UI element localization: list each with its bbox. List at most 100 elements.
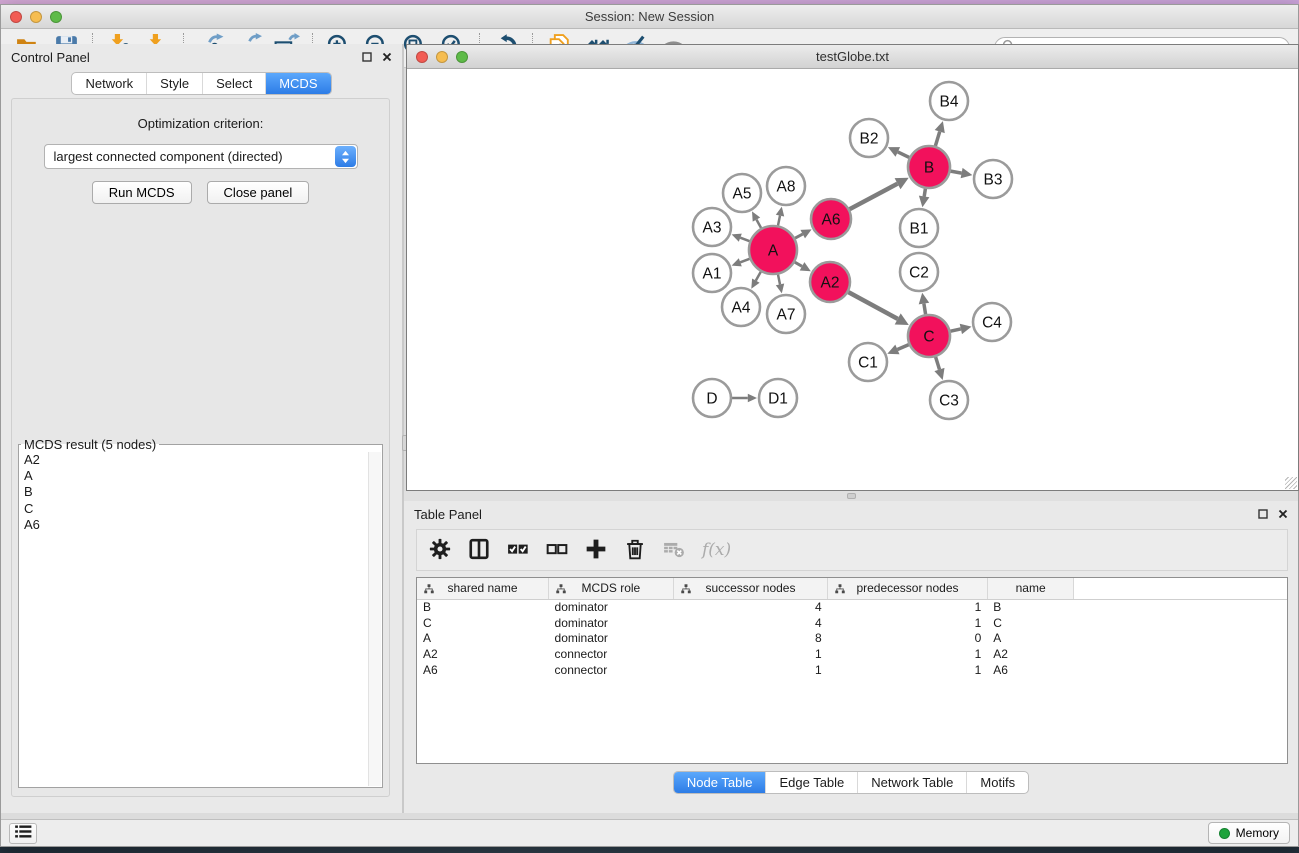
table-row[interactable]: A2connector11A2 bbox=[417, 646, 1287, 662]
node-D[interactable]: D bbox=[693, 379, 731, 417]
node-C[interactable]: C bbox=[908, 315, 950, 357]
svg-text:C: C bbox=[923, 329, 934, 346]
node-C4[interactable]: C4 bbox=[973, 303, 1011, 341]
tab-network[interactable]: Network bbox=[72, 73, 146, 94]
mcds-result-item[interactable]: B bbox=[20, 484, 368, 500]
node-C1[interactable]: C1 bbox=[849, 343, 887, 381]
cell-filler bbox=[1074, 599, 1287, 615]
node-D1[interactable]: D1 bbox=[759, 379, 797, 417]
tab-select[interactable]: Select bbox=[202, 73, 265, 94]
edge-B-B2[interactable] bbox=[898, 152, 909, 158]
edge-A-A7[interactable] bbox=[778, 275, 780, 285]
mcds-result-item[interactable]: A2 bbox=[20, 452, 368, 468]
column-header-mcds-role[interactable]: MCDS role bbox=[549, 578, 674, 599]
node-C3[interactable]: C3 bbox=[930, 381, 968, 419]
table-row[interactable]: Cdominator41C bbox=[417, 615, 1287, 631]
edge-C-C2[interactable] bbox=[924, 304, 926, 315]
cell: 1 bbox=[828, 599, 988, 615]
node-A6[interactable]: A6 bbox=[811, 199, 851, 239]
node-A4[interactable]: A4 bbox=[722, 288, 760, 326]
table-panel-header: Table Panel bbox=[404, 501, 1298, 527]
function-button[interactable]: f(x) bbox=[702, 540, 731, 560]
edge-C-C4[interactable] bbox=[951, 329, 961, 331]
svg-text:A6: A6 bbox=[822, 212, 841, 229]
tab-node-table[interactable]: Node Table bbox=[674, 772, 766, 793]
edge-B-B1[interactable] bbox=[924, 189, 925, 197]
edge-A6-B[interactable] bbox=[850, 184, 898, 210]
edge-A-A8[interactable] bbox=[778, 216, 780, 226]
mcds-result-item[interactable]: C bbox=[20, 501, 368, 517]
tab-network-table[interactable]: Network Table bbox=[857, 772, 966, 793]
float-panel-icon[interactable] bbox=[362, 52, 372, 62]
node-B1[interactable]: B1 bbox=[900, 209, 938, 247]
node-A2[interactable]: A2 bbox=[810, 262, 850, 302]
split-view-button[interactable] bbox=[468, 538, 490, 563]
run-mcds-button[interactable]: Run MCDS bbox=[92, 181, 192, 204]
delete-table-button[interactable] bbox=[663, 538, 685, 563]
node-A5[interactable]: A5 bbox=[723, 174, 761, 212]
node-A7[interactable]: A7 bbox=[767, 295, 805, 333]
column-header-name[interactable]: name bbox=[987, 578, 1074, 599]
svg-text:D1: D1 bbox=[768, 391, 788, 408]
node-B[interactable]: B bbox=[908, 146, 950, 188]
edge-A2-C[interactable] bbox=[848, 292, 897, 319]
mcds-result-item[interactable]: A6 bbox=[20, 517, 368, 533]
optimization-criterion-label: Optimization criterion: bbox=[12, 116, 389, 131]
cell: 1 bbox=[828, 662, 988, 678]
tab-motifs[interactable]: Motifs bbox=[966, 772, 1028, 793]
delete-button[interactable] bbox=[624, 538, 646, 563]
scrollbar-track[interactable] bbox=[368, 452, 381, 786]
node-B2[interactable]: B2 bbox=[850, 119, 888, 157]
column-header-predecessor-nodes[interactable]: predecessor nodes bbox=[828, 578, 988, 599]
edge-B-B3[interactable] bbox=[951, 171, 962, 173]
edge-A-A1[interactable] bbox=[740, 259, 749, 263]
tab-mcds[interactable]: MCDS bbox=[265, 73, 330, 94]
cell: A6 bbox=[987, 662, 1074, 678]
node-C2[interactable]: C2 bbox=[900, 253, 938, 291]
tab-style[interactable]: Style bbox=[146, 73, 202, 94]
node-B4[interactable]: B4 bbox=[930, 82, 968, 120]
edge-A-A5[interactable] bbox=[757, 220, 762, 228]
node-A3[interactable]: A3 bbox=[693, 208, 731, 246]
horizontal-splitter-handle[interactable] bbox=[847, 493, 856, 499]
cell: 1 bbox=[828, 615, 988, 631]
deselect-all-button[interactable] bbox=[546, 538, 568, 563]
edge-A-A6[interactable] bbox=[795, 234, 803, 238]
edge-C-C3[interactable] bbox=[936, 357, 940, 370]
edge-C-C1[interactable] bbox=[897, 345, 908, 350]
tab-edge-table[interactable]: Edge Table bbox=[765, 772, 857, 793]
tree-icon bbox=[424, 583, 434, 597]
edge-arrow bbox=[960, 324, 972, 334]
column-header-shared-name[interactable]: shared name bbox=[417, 578, 549, 599]
table-row[interactable]: Adominator80A bbox=[417, 631, 1287, 647]
node-A1[interactable]: A1 bbox=[693, 254, 731, 292]
memory-button[interactable]: Memory bbox=[1208, 822, 1290, 844]
close-panel-button[interactable]: Close panel bbox=[207, 181, 310, 204]
table-toolbar: f(x) bbox=[416, 529, 1288, 571]
mcds-result-item[interactable]: A bbox=[20, 468, 368, 484]
node-A8[interactable]: A8 bbox=[767, 167, 805, 205]
edge-A-A3[interactable] bbox=[740, 238, 749, 242]
edge-A-A4[interactable] bbox=[756, 272, 761, 281]
cell: A bbox=[417, 631, 549, 647]
criterion-select[interactable]: largest connected component (directed) bbox=[44, 144, 358, 169]
float-table-panel-icon[interactable] bbox=[1258, 509, 1268, 519]
svg-text:B4: B4 bbox=[940, 94, 959, 111]
edge-A-A2[interactable] bbox=[795, 262, 802, 266]
table-row[interactable]: Bdominator41B bbox=[417, 599, 1287, 615]
close-panel-icon[interactable] bbox=[382, 52, 392, 62]
gear-button[interactable] bbox=[429, 538, 451, 563]
column-header-successor-nodes[interactable]: successor nodes bbox=[673, 578, 828, 599]
table-row[interactable]: A6connector11A6 bbox=[417, 662, 1287, 678]
select-all-button[interactable] bbox=[507, 538, 529, 563]
resize-grip[interactable] bbox=[1285, 477, 1297, 489]
node-A[interactable]: A bbox=[749, 226, 797, 274]
network-canvas[interactable]: A A1 A2 A3 A4 A5 A6 A7 A8 B B1 B2 B3 B4 C C1 C2 C3 C4 D D1 bbox=[407, 69, 1298, 490]
control-panel-tabs: NetworkStyleSelectMCDS bbox=[71, 72, 331, 95]
close-table-panel-icon[interactable] bbox=[1278, 509, 1288, 519]
edge-B-B4[interactable] bbox=[935, 132, 939, 146]
network-window: testGlobe.txt AA1A2A3A4A5A6A7A8BB1B2B3B4… bbox=[406, 44, 1299, 491]
add-button[interactable] bbox=[585, 538, 607, 563]
node-B3[interactable]: B3 bbox=[974, 160, 1012, 198]
task-history-button[interactable] bbox=[9, 823, 37, 844]
